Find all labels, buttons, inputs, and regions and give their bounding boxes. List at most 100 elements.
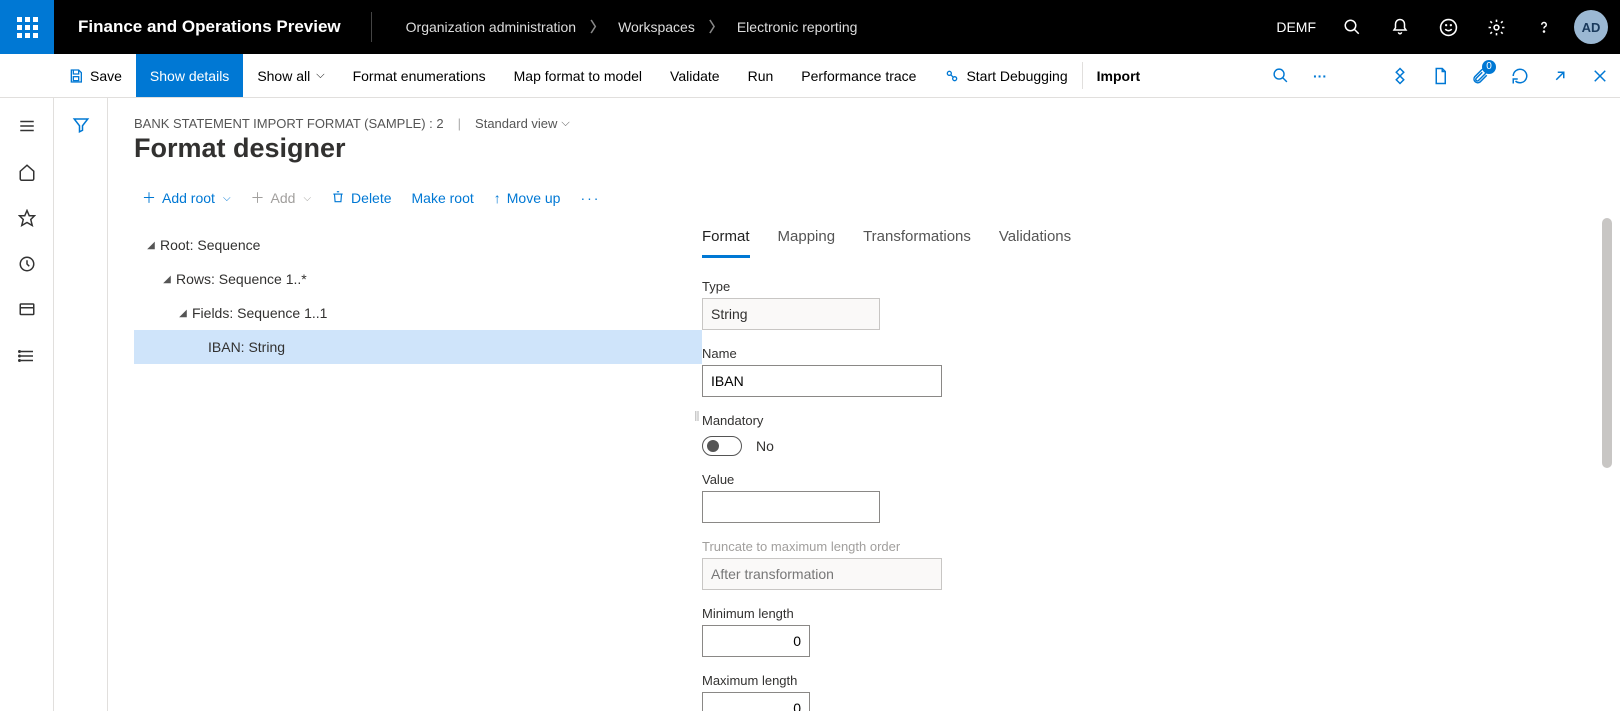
tree-node-iban[interactable]: IBAN: String xyxy=(134,330,702,364)
mandatory-toggle[interactable] xyxy=(702,436,742,456)
breadcrumb-item[interactable]: Organization administration xyxy=(406,19,576,35)
more-commands-button[interactable]: ··· xyxy=(1300,54,1340,97)
tree-node-root[interactable]: ◢ Root: Sequence xyxy=(134,228,702,262)
chevron-right-icon: 〉 xyxy=(590,17,604,37)
show-all-button[interactable]: Show all ⌵ xyxy=(243,54,338,97)
avatar-initials: AD xyxy=(1582,20,1601,35)
show-details-button[interactable]: Show details xyxy=(136,54,243,97)
close-button[interactable] xyxy=(1580,54,1620,97)
plus-icon: ＋ xyxy=(142,188,156,208)
caret-down-icon[interactable]: ◢ xyxy=(174,308,192,319)
page-title: Format designer xyxy=(134,133,1612,164)
breadcrumb-item[interactable]: Workspaces xyxy=(618,19,695,35)
avatar[interactable]: AD xyxy=(1574,10,1608,44)
search-icon[interactable] xyxy=(1328,0,1376,54)
more-tree-actions-button[interactable]: ··· xyxy=(572,184,608,212)
min-length-label: Minimum length xyxy=(702,606,962,621)
home-icon[interactable] xyxy=(17,162,37,182)
help-icon[interactable] xyxy=(1520,0,1568,54)
chevron-right-icon: 〉 xyxy=(709,17,723,37)
diamond-icon-button[interactable] xyxy=(1380,54,1420,97)
field-value: Value xyxy=(702,472,962,523)
run-button[interactable]: Run xyxy=(734,54,788,97)
tab-format[interactable]: Format xyxy=(702,220,750,258)
notifications-icon[interactable] xyxy=(1376,0,1424,54)
find-button[interactable] xyxy=(1260,54,1300,97)
pane-splitter[interactable]: ‖ xyxy=(694,408,702,426)
max-length-input[interactable] xyxy=(702,692,810,711)
gear-icon[interactable] xyxy=(1472,0,1520,54)
delete-button[interactable]: Delete xyxy=(323,184,399,213)
save-label: Save xyxy=(90,68,122,84)
popout-button[interactable] xyxy=(1540,54,1580,97)
move-up-button[interactable]: ↑ Move up xyxy=(486,184,569,212)
tab-validations[interactable]: Validations xyxy=(999,220,1071,258)
truncate-value: After transformation xyxy=(702,558,942,590)
view-label: Standard view xyxy=(475,116,557,131)
add-button: ＋ Add ⌵ xyxy=(243,182,320,214)
add-root-button[interactable]: ＋ Add root ⌵ xyxy=(134,182,239,214)
plus-icon: ＋ xyxy=(251,188,265,208)
topbar-separator xyxy=(371,12,372,42)
properties-pane: Format Mapping Transformations Validatio… xyxy=(702,218,1612,711)
caret-down-icon[interactable]: ◢ xyxy=(142,240,160,251)
import-button[interactable]: Import xyxy=(1083,54,1155,97)
make-root-button[interactable]: Make root xyxy=(404,184,482,212)
caret-down-icon[interactable]: ◢ xyxy=(158,274,176,285)
star-icon[interactable] xyxy=(17,208,37,228)
arrow-up-icon: ↑ xyxy=(494,190,501,206)
start-debugging-button[interactable]: Start Debugging xyxy=(930,54,1081,97)
tab-mapping[interactable]: Mapping xyxy=(778,220,836,258)
min-length-input[interactable] xyxy=(702,625,810,657)
save-icon xyxy=(68,68,84,84)
tree-node-rows[interactable]: ◢ Rows: Sequence 1..* xyxy=(134,262,702,296)
field-name: Name xyxy=(702,346,962,397)
top-right-icons: DEMF AD xyxy=(1264,0,1620,54)
command-bar: Save Show details Show all ⌵ Format enum… xyxy=(0,54,1620,98)
value-label: Value xyxy=(702,472,962,487)
filter-icon xyxy=(72,116,90,134)
modules-icon[interactable] xyxy=(17,346,37,366)
breadcrumb: Organization administration 〉 Workspaces… xyxy=(378,17,858,37)
tree-node-label: Root: Sequence xyxy=(160,237,260,253)
mandatory-value-text: No xyxy=(756,438,774,454)
company-label[interactable]: DEMF xyxy=(1264,19,1328,35)
top-bar: Finance and Operations Preview Organizat… xyxy=(0,0,1620,54)
value-input[interactable] xyxy=(702,491,880,523)
debug-icon xyxy=(944,68,960,84)
recent-icon[interactable] xyxy=(17,254,37,274)
map-format-to-model-button[interactable]: Map format to model xyxy=(500,54,656,97)
app-title: Finance and Operations Preview xyxy=(54,17,365,37)
tree-node-fields[interactable]: ◢ Fields: Sequence 1..1 xyxy=(134,296,702,330)
hamburger-icon[interactable] xyxy=(17,116,37,136)
divider: | xyxy=(458,116,461,131)
filter-pane-toggle[interactable] xyxy=(54,98,108,711)
refresh-button[interactable] xyxy=(1500,54,1540,97)
chevron-down-icon: ⌵ xyxy=(303,193,311,204)
name-input[interactable] xyxy=(702,365,942,397)
attachments-badge: 0 xyxy=(1482,60,1496,74)
attachments-button[interactable]: 0 xyxy=(1460,54,1500,97)
view-selector[interactable]: Standard view ⌵ xyxy=(475,116,570,131)
chevron-down-icon: ⌵ xyxy=(561,117,569,130)
truncate-label: Truncate to maximum length order xyxy=(702,539,962,554)
page-icon-button[interactable] xyxy=(1420,54,1460,97)
performance-trace-button[interactable]: Performance trace xyxy=(787,54,930,97)
smiley-icon[interactable] xyxy=(1424,0,1472,54)
breadcrumb-item[interactable]: Electronic reporting xyxy=(737,19,858,35)
save-button[interactable]: Save xyxy=(54,54,136,97)
validate-button[interactable]: Validate xyxy=(656,54,734,97)
page-header: BANK STATEMENT IMPORT FORMAT (SAMPLE) : … xyxy=(108,98,1612,172)
trash-icon xyxy=(331,190,345,207)
app-launcher-button[interactable] xyxy=(0,0,54,54)
tab-transformations[interactable]: Transformations xyxy=(863,220,971,258)
show-details-label: Show details xyxy=(150,68,229,84)
type-value[interactable]: String xyxy=(702,298,880,330)
scrollbar[interactable] xyxy=(1602,218,1612,468)
format-enumerations-button[interactable]: Format enumerations xyxy=(339,54,500,97)
left-nav-rail xyxy=(0,98,54,711)
config-breadcrumb: BANK STATEMENT IMPORT FORMAT (SAMPLE) : … xyxy=(134,116,444,131)
chevron-down-icon: ⌵ xyxy=(223,193,231,204)
workspace-icon[interactable] xyxy=(17,300,37,320)
tree-node-label: IBAN: String xyxy=(208,339,285,355)
